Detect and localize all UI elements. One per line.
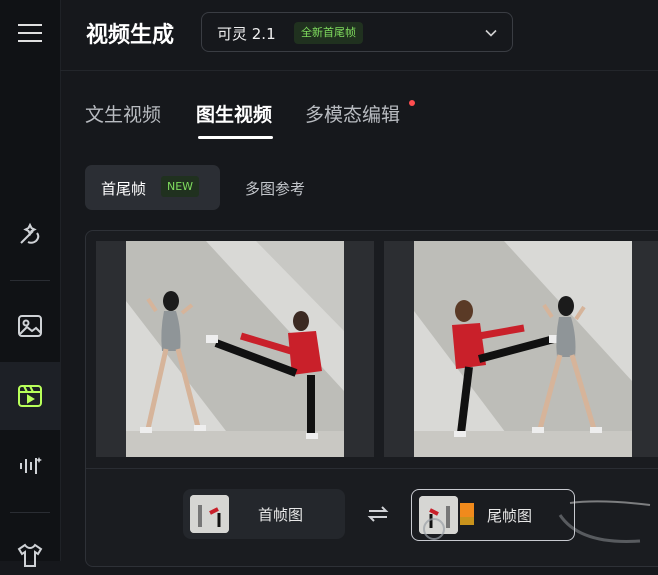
model-name: 可灵 2.1: [217, 25, 276, 43]
swap-icon[interactable]: [366, 502, 390, 530]
first-frame-thumbnail: [190, 495, 229, 533]
left-rail: [0, 0, 61, 567]
active-tab-underline: [198, 136, 273, 139]
tab-text-to-video[interactable]: 文生视频: [85, 100, 161, 127]
tab-image-to-video[interactable]: 图生视频: [196, 100, 272, 127]
rail-divider: [10, 280, 50, 281]
subtab-label: 首尾帧: [101, 180, 147, 198]
subtab-first-last-frame[interactable]: 首尾帧 NEW: [85, 165, 220, 210]
first-frame-label: 首帧图: [258, 506, 304, 524]
shirt-icon[interactable]: [10, 535, 50, 575]
first-frame-chip[interactable]: 首帧图: [183, 489, 345, 539]
model-badge: 全新首尾帧: [294, 22, 363, 44]
rail-divider-2: [10, 512, 50, 513]
header: 视频生成 可灵 2.1 全新首尾帧: [60, 0, 658, 71]
magic-wand-icon[interactable]: [10, 214, 50, 254]
image-icon[interactable]: [10, 306, 50, 346]
notification-dot: [409, 100, 415, 106]
audio-wave-icon[interactable]: [10, 446, 50, 486]
menu-icon[interactable]: [10, 13, 50, 53]
model-select[interactable]: 可灵 2.1 全新首尾帧: [201, 12, 513, 52]
last-frame-chip[interactable]: 尾帧图: [411, 489, 575, 541]
chevron-down-icon: [484, 25, 498, 44]
panel-divider: [86, 468, 658, 469]
last-frame-label: 尾帧图: [487, 507, 533, 525]
subtab-multi-image-reference[interactable]: 多图参考: [235, 165, 335, 210]
last-frame-image[interactable]: [384, 241, 658, 457]
last-frame-thumbnail: [419, 496, 458, 534]
page-title: 视频生成: [86, 23, 175, 48]
new-badge: NEW: [161, 176, 200, 197]
subtab-label: 多图参考: [245, 180, 306, 198]
tab-multimodal-edit[interactable]: 多模态编辑: [305, 100, 400, 127]
video-icon[interactable]: [10, 376, 50, 416]
first-frame-image[interactable]: [96, 241, 374, 457]
